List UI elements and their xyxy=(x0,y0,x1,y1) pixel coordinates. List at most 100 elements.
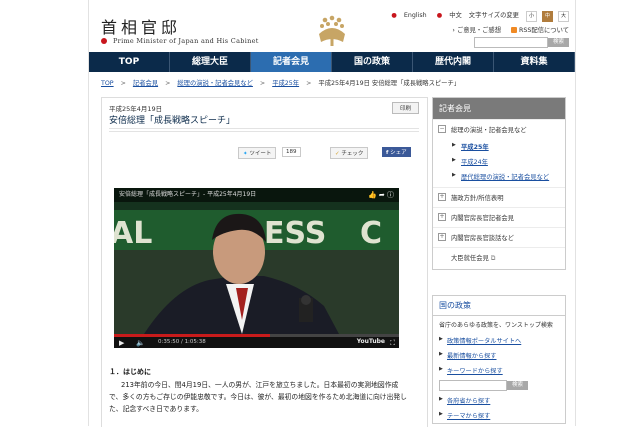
policy-link-label: 政策情報ポータルサイトへ xyxy=(447,338,522,345)
sidebar: 記者会見 − 総理の演説・記者会見など ▶ 平成25年 ▶ 平成24年 ▶ 歴代総理の演… xyxy=(432,97,566,424)
policy-link-label: キーワードから探す xyxy=(447,368,503,375)
sidebar-item-label: 内閣官房長官談話など xyxy=(451,235,514,242)
plus-icon: + xyxy=(438,213,446,221)
header-search-button[interactable]: 検索 xyxy=(547,38,569,47)
policy-title[interactable]: 国の政策 xyxy=(433,296,565,316)
breadcrumb-press[interactable]: 記者会見 xyxy=(133,80,158,87)
policy-link-keyword[interactable]: ▶ キーワードから探す xyxy=(433,363,565,378)
nav-item-policy[interactable]: 国の政策 xyxy=(332,52,413,72)
policy-search-button[interactable]: 検索 xyxy=(507,381,529,390)
video-top-icons: 👍 ➦ ⓘ xyxy=(368,190,394,200)
breadcrumb-top[interactable]: TOP xyxy=(101,80,114,87)
sidebar-item-label: 総理の演説・記者会見など xyxy=(451,127,527,134)
policy-link-themes[interactable]: ▶ テーマから探す xyxy=(433,408,565,423)
facebook-icon: f xyxy=(386,150,389,156)
rss-icon xyxy=(511,27,518,33)
nav-item-top[interactable]: TOP xyxy=(89,52,170,72)
sidebar-item-chief-secretary-press[interactable]: + 内閣官房長官記者会見 xyxy=(433,207,565,227)
triangle-right-icon: ▶ xyxy=(439,351,443,357)
site-title[interactable]: 首相官邸 xyxy=(101,14,181,38)
svg-text:C: C xyxy=(360,216,382,251)
sidebar-item-speeches[interactable]: − 総理の演説・記者会見など xyxy=(433,119,565,139)
rss-link[interactable]: RSS配信について xyxy=(519,27,569,34)
sidebar-item-minister-inauguration[interactable]: 大臣就任会見 ⧉ xyxy=(433,247,565,269)
video-time-total: 1:05:38 xyxy=(184,339,206,345)
video-progress-bar[interactable] xyxy=(114,334,399,337)
sidebar-subitem-2012[interactable]: ▶ 平成24年 xyxy=(433,154,565,169)
policy-link-label: 最新情報から探す xyxy=(447,353,497,360)
share-icon[interactable]: ➦ xyxy=(379,191,385,199)
sidebar-subitem-2013[interactable]: ▶ 平成25年 xyxy=(433,139,565,154)
info-icon[interactable]: ⓘ xyxy=(387,191,394,199)
breadcrumb-current: 平成25年4月19日 安倍総理「成長戦略スピーチ」 xyxy=(318,80,461,87)
print-button[interactable]: 印刷 xyxy=(391,102,419,114)
breadcrumb: TOP > 記者会見 > 総理の演説・記者会見など > 平成25年 > 平成25年4月19日 安… xyxy=(101,78,460,87)
nav-item-cabinets[interactable]: 歴代内閣 xyxy=(413,52,494,72)
font-size-large-button[interactable]: 大 xyxy=(558,11,569,22)
like-icon[interactable]: 👍 xyxy=(368,191,377,199)
nav-item-press-conference[interactable]: 記者会見 xyxy=(251,52,332,72)
check-label: チェック xyxy=(341,151,364,157)
policy-description: 省庁のあらゆる政策を、ワンストップ検索 xyxy=(439,322,553,329)
plus-icon: + xyxy=(438,193,446,201)
triangle-right-icon: ▶ xyxy=(439,366,443,372)
nav-item-prime-minister[interactable]: 総理大臣 xyxy=(170,52,251,72)
breadcrumb-separator: > xyxy=(165,80,171,87)
triangle-right-icon: ▶ xyxy=(452,157,456,163)
sidebar-item-policy-speech[interactable]: + 施政方針/所信表明 xyxy=(433,187,565,207)
article: 平成25年4月19日 安倍総理「成長戦略スピーチ」 印刷 ✦ ツイート 189 … xyxy=(101,97,428,427)
video-player[interactable]: AL ESS C 安倍総理「成長戦略スピーチ」- 平成25年4月19日 👍 ➦ … xyxy=(114,188,399,348)
sidebar-title: 記者会見 xyxy=(433,98,565,119)
sidebar-subitem-label: 平成24年 xyxy=(461,159,488,166)
fullscreen-icon[interactable]: ⛶ xyxy=(390,339,395,348)
nav-item-materials[interactable]: 資料集 xyxy=(494,52,575,72)
font-size-small-button[interactable]: 小 xyxy=(526,11,537,22)
facebook-share-button[interactable]: f シェア xyxy=(382,147,411,157)
facebook-label: シェア xyxy=(390,150,407,156)
policy-link-ministries[interactable]: ▶ 各府省から探す xyxy=(433,393,565,408)
video-time: 0:35:50 / 1:05:38 xyxy=(158,339,206,345)
policy-link-label: 各府省から探す xyxy=(447,398,491,405)
volume-icon[interactable]: 🔈 xyxy=(136,339,145,347)
sidebar-policy-box: 国の政策 省庁のあらゆる政策を、ワンストップ検索 ▶ 政策情報ポータルサイトへ ▶… xyxy=(432,295,566,424)
triangle-right-icon: ▶ xyxy=(439,411,443,417)
sidebar-subitem-past[interactable]: ▶ 歴代総理の演説・記者会見など xyxy=(433,169,565,187)
rising-sun-icon xyxy=(101,38,107,44)
global-nav: TOP 総理大臣 記者会見 国の政策 歴代内閣 資料集 xyxy=(89,52,575,72)
policy-link-label: テーマから探す xyxy=(447,413,491,420)
breadcrumb-separator: > xyxy=(306,80,312,87)
header-search: 検索 xyxy=(473,37,569,48)
tweet-label: ツイート xyxy=(249,151,272,157)
video-frame: AL ESS C xyxy=(114,188,399,348)
utility-links-2: › ご意見・ご感想 RSS配信について xyxy=(452,25,569,34)
font-size-medium-button[interactable]: 中 xyxy=(542,11,553,22)
tweet-button[interactable]: ✦ ツイート xyxy=(238,147,277,159)
chinese-link[interactable]: 中文 xyxy=(449,12,462,19)
mixi-check-button[interactable]: ✓ チェック xyxy=(330,147,369,159)
youtube-logo[interactable]: YouTube xyxy=(357,338,385,345)
divider xyxy=(109,128,419,129)
font-size-label: 文字サイズの変更 xyxy=(468,12,519,19)
sidebar-item-label: 施政方針/所信表明 xyxy=(451,195,504,202)
triangle-right-icon: ▶ xyxy=(439,336,443,342)
english-link[interactable]: English xyxy=(404,12,427,19)
policy-search-input[interactable] xyxy=(439,380,507,391)
breadcrumb-year[interactable]: 平成25年 xyxy=(272,80,299,87)
page: 首相官邸 Prime Minister of Japan and His Cab… xyxy=(88,0,576,427)
section-heading: １．はじめに xyxy=(109,368,151,376)
play-icon[interactable]: ▶ xyxy=(119,339,124,347)
policy-link-portal[interactable]: ▶ 政策情報ポータルサイトへ xyxy=(433,333,565,348)
opinion-link[interactable]: ご意見・ご感想 xyxy=(457,27,501,34)
triangle-right-icon: ▶ xyxy=(452,142,456,148)
site-subtitle-text: Prime Minister of Japan and His Cabinet xyxy=(113,37,259,45)
video-progress-fill xyxy=(114,334,270,337)
sidebar-item-chief-secretary-statements[interactable]: + 内閣官房長官談話など xyxy=(433,227,565,247)
breadcrumb-speeches[interactable]: 総理の演説・記者会見など xyxy=(177,80,253,87)
sidebar-subitem-label: 歴代総理の演説・記者会見など xyxy=(461,174,550,181)
check-icon: ✓ xyxy=(335,151,340,157)
video-time-current: 0:35:50 xyxy=(158,339,180,345)
triangle-right-icon: ▶ xyxy=(439,396,443,402)
policy-link-latest[interactable]: ▶ 最新情報から探す xyxy=(433,348,565,363)
header-search-input[interactable] xyxy=(473,37,548,48)
article-body: 213年前の今日、閏4月19日、一人の男が、江戸を旅立ちました。日本最初の実測地… xyxy=(109,381,407,413)
